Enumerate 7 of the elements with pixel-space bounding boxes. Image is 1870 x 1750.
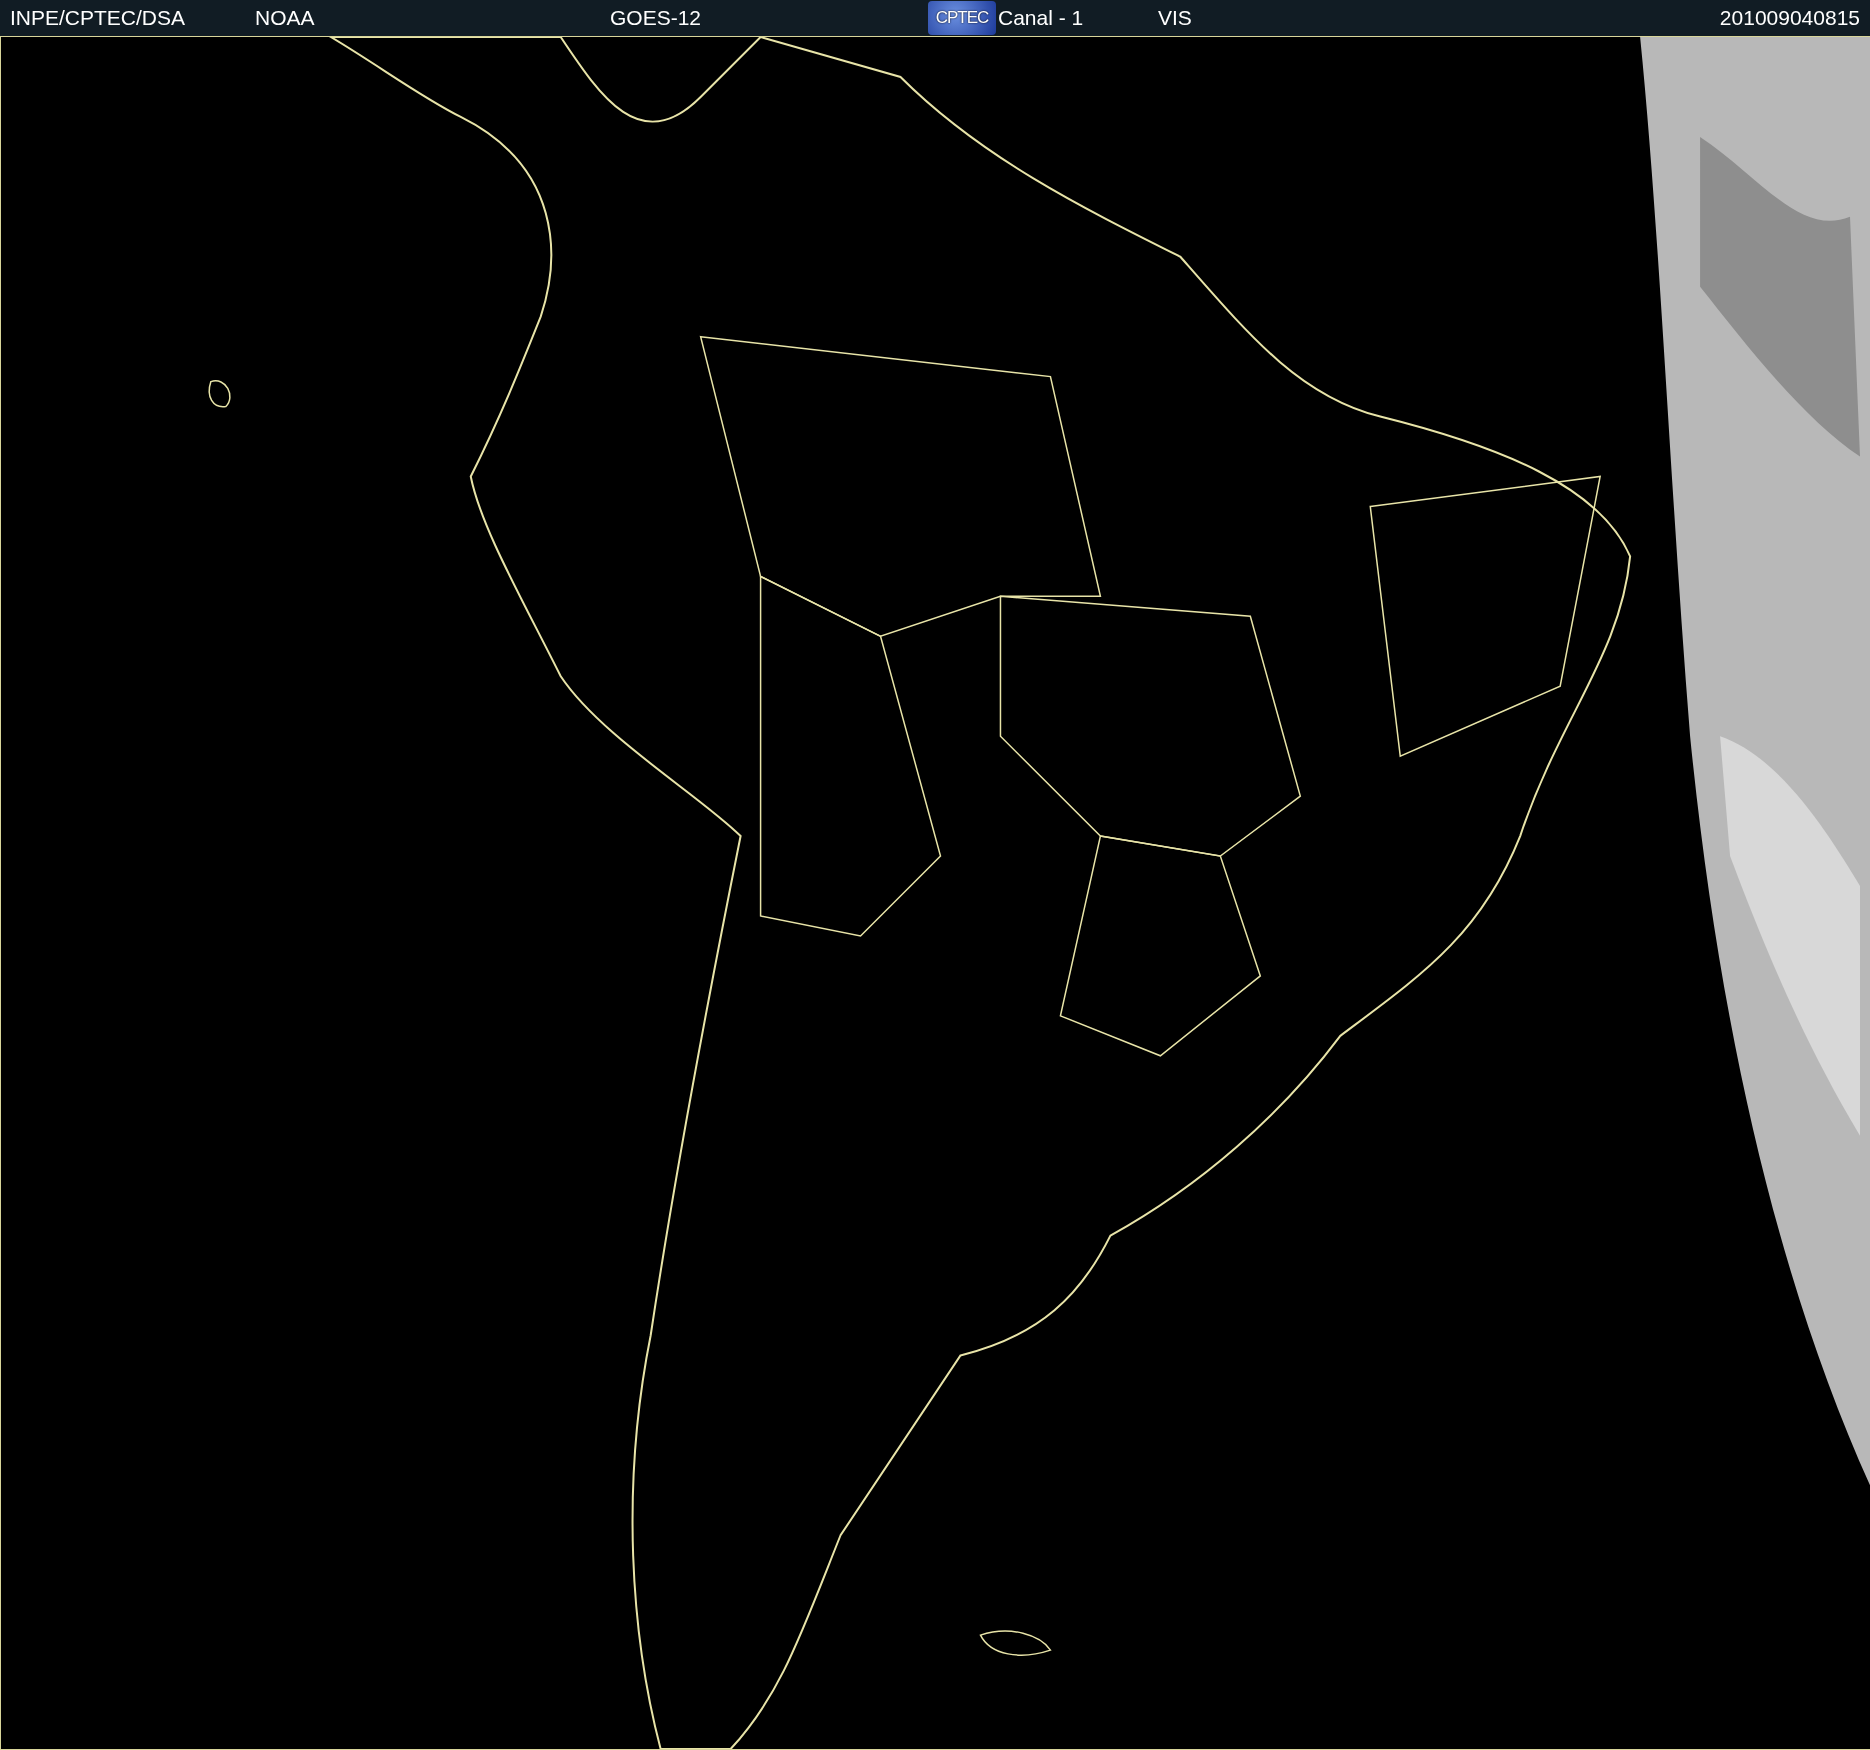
agency-label: NOAA bbox=[255, 6, 315, 30]
timestamp-label: 201009040815 bbox=[1719, 6, 1861, 30]
band-label: VIS bbox=[1158, 6, 1192, 30]
channel-label: Canal - 1 bbox=[998, 6, 1084, 30]
source-label: INPE/CPTEC/DSA bbox=[10, 6, 186, 30]
satellite-label: GOES-12 bbox=[610, 6, 702, 30]
logo: CPTEC bbox=[928, 1, 996, 35]
